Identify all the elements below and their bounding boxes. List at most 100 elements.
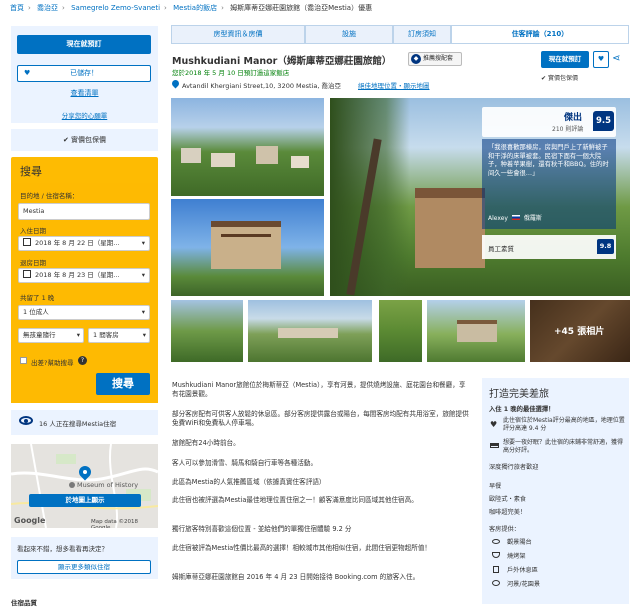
business-checkbox[interactable] [20, 357, 27, 364]
price-match-label: 實價包保價 [71, 136, 107, 144]
map-widget[interactable]: Museum of History 於地圖上顯示 Google Map data… [11, 444, 158, 528]
view-icon [492, 580, 500, 586]
thumb-5-more[interactable]: +45 張相片 [530, 300, 630, 362]
thumb-2[interactable] [248, 300, 372, 362]
bed-icon [490, 443, 499, 448]
saved-button[interactable]: ♥ 已儲存！ [17, 65, 151, 82]
partner-badge[interactable]: ◆ 推薦搜配套 [408, 52, 462, 66]
partner-label: 推薦搜配套 [423, 55, 454, 62]
description-2: 部分客房配有可供客人放鬆的休息區。部分客房提供露台或陽台，每間客房均配有共用浴室… [172, 410, 469, 427]
price-match-box: ✔ 實價包保價 [11, 129, 158, 151]
review-count: 210 則評論 [552, 126, 584, 133]
staff-score-card: 員工素質 9.8 [482, 235, 616, 259]
description-9: 姆斯庫蒂亞娜莊園旅館自 2016 年 4 月 23 日開始接待 Booking.… [172, 573, 420, 581]
breakfast-title: 早餐 [489, 483, 502, 490]
business-label: 出差?幫助搜尋 [31, 359, 74, 367]
calendar-icon [23, 270, 31, 278]
highlight-bed: 想要一夜好眠？此住宿的床鋪非常舒適，獲得高分好評。 [503, 439, 624, 454]
chevron-down-icon: ▾ [141, 239, 145, 247]
adults-select[interactable]: 1 位成人 ▾ [18, 305, 150, 320]
hotel-name: Mushkudiani Manor（姆斯庫蒂亞娜莊園旅館） [172, 56, 392, 67]
tab-facilities[interactable]: 設施 [305, 25, 393, 44]
highlight-location: 此住宿位於Mestia評分最高的地區，地理位置評分高達 9.4 分 [503, 417, 625, 432]
eye-pupil [24, 419, 28, 423]
facility-bbq: 燒烤架 [507, 553, 526, 560]
breadcrumb-current: 姆斯庫蒂亞娜莊園旅館（喬治亞Mestia）優惠 [230, 4, 373, 12]
description-6: 此住宿也被評選為Mestia最佳地理位置住宿之一！顧客滿意度比同區域其他住宿高。 [172, 496, 418, 504]
children-select[interactable]: 無孩童隨行 ▾ [18, 328, 84, 343]
description-4: 客人可以參加滑雪、騎馬和騎自行車等各種活動。 [172, 459, 318, 467]
map-pin-dot [83, 470, 87, 474]
save-heart-button[interactable]: ♥ [593, 51, 609, 68]
help-icon[interactable]: ? [78, 356, 87, 365]
reviewer-info: Alexey 俄羅斯 [488, 213, 542, 222]
shield-check-icon: ✔ [541, 75, 547, 82]
description-7: 獨行旅客特別喜歡這個位置 - 並給他們的單獨住宿體驗 9.2 分 [172, 525, 352, 533]
show-map-link[interactable]: 絕佳地理位置・顯示地圖 [358, 80, 430, 90]
tab-reviews[interactable]: 住客評論（210） [451, 25, 629, 44]
rooms-select[interactable]: 1 間客房 ▾ [88, 328, 150, 343]
chevron-down-icon: ▾ [76, 331, 80, 339]
shield-check-icon: ✔ [62, 136, 69, 144]
search-title: 搜尋 [20, 165, 42, 178]
thumb-1[interactable] [171, 300, 243, 362]
breadcrumb-region[interactable]: Samegrelo Zemo-Svaneti [71, 4, 160, 12]
recommend-text: 看起來不錯，想多看看再決定？ [17, 545, 108, 553]
breadcrumb: 首頁 › 喬治亞 › Samegrelo Zemo-Svaneti › Mestia的… [10, 4, 373, 12]
staff-score: 9.8 [597, 239, 614, 254]
heart-icon: ♥ [24, 69, 31, 77]
saved-label: 已儲存！ [70, 69, 98, 77]
reviewer-name: Alexey [488, 215, 508, 222]
facility-river-view: 河景/花園景 [507, 581, 541, 588]
heart-icon: ♥ [597, 55, 605, 63]
checkout-label: 退房日期 [20, 259, 46, 267]
coffee-note: 咖啡超完美！ [489, 509, 527, 516]
location-pin-icon [170, 78, 181, 89]
previous-booking-note: 您於2018 年 5 月 10 日預訂過這家飯店 [172, 69, 290, 77]
balcony-icon [492, 539, 500, 544]
children-value: 無孩童隨行 [23, 331, 56, 339]
breadcrumb-city[interactable]: Mestia的飯店 [173, 4, 217, 12]
show-on-map-button[interactable]: 於地圖上顯示 [29, 494, 141, 507]
map-poi-label: Museum of History [77, 481, 139, 489]
sidebar-reserve-button[interactable]: 現在就預訂 [17, 35, 151, 54]
tab-house-rules[interactable]: 訂房須知 [393, 25, 451, 44]
tab-rooms-prices[interactable]: 房型資訊＆房價 [171, 25, 305, 44]
review-score-card[interactable]: 傑出 210 則評論 9.5 [482, 107, 616, 137]
more-photos-label: +45 張相片 [554, 327, 605, 337]
review-quote: 「我很喜歡那棟房，房與門戶上了新鮮被子和干淨的床單被套。民宿下面有一個大院子，种… [488, 144, 609, 177]
adults-value: 1 位成人 [23, 308, 49, 316]
calendar-icon [23, 238, 31, 246]
search-button[interactable]: 搜尋 [96, 373, 150, 395]
photo-1[interactable] [171, 98, 324, 196]
partner-icon: ◆ [411, 54, 421, 64]
header-reserve-button[interactable]: 現在就預訂 [541, 51, 589, 68]
staff-label: 員工素質 [488, 245, 514, 253]
share-wishlist-link[interactable]: 分享您的心願單 [11, 110, 158, 120]
header-price-match: ✔ 實價包保價 [541, 73, 578, 82]
rooms-value: 1 間客房 [93, 331, 119, 339]
breakfast-value: 歐陸式・素食 [489, 496, 527, 503]
chevron-down-icon: ▾ [141, 308, 145, 316]
view-list-link[interactable]: 查看清單 [11, 88, 158, 98]
breadcrumb-country[interactable]: 喬治亞 [37, 4, 58, 12]
facilities-title: 客房提供： [489, 526, 520, 533]
google-logo: Google [14, 516, 46, 525]
thumb-3[interactable] [379, 300, 422, 362]
destination-input[interactable]: Mestia [18, 203, 150, 220]
thumb-4[interactable] [427, 300, 525, 362]
checkin-date-input[interactable]: 2018 年 8 月 22 日（星期... ▾ [18, 236, 150, 251]
header-price-match-label: 實價包保價 [547, 75, 578, 82]
description-5: 此區為Mestia的人氣推薦區域（依據真實住客評語） [172, 478, 326, 486]
reviewer-country: 俄羅斯 [523, 215, 542, 222]
description-8: 此住宿被評為Mestia性價比最高的選擇！相較城市其他相似住宿，此間住宿更物超所… [172, 544, 432, 552]
breadcrumb-home[interactable]: 首頁 [10, 4, 24, 12]
chevron-down-icon: ▾ [142, 331, 146, 339]
photo-2[interactable] [171, 199, 324, 296]
share-icon[interactable]: ⋖ [612, 53, 620, 64]
flag-icon [511, 215, 520, 220]
map-poi-icon [69, 482, 75, 488]
similar-properties-button[interactable]: 顯示更多類似住宿 [17, 560, 151, 574]
checkout-date-input[interactable]: 2018 年 8 月 23 日（星期... ▾ [18, 268, 150, 283]
map-credit: Map data ©2018 Google [91, 519, 138, 528]
